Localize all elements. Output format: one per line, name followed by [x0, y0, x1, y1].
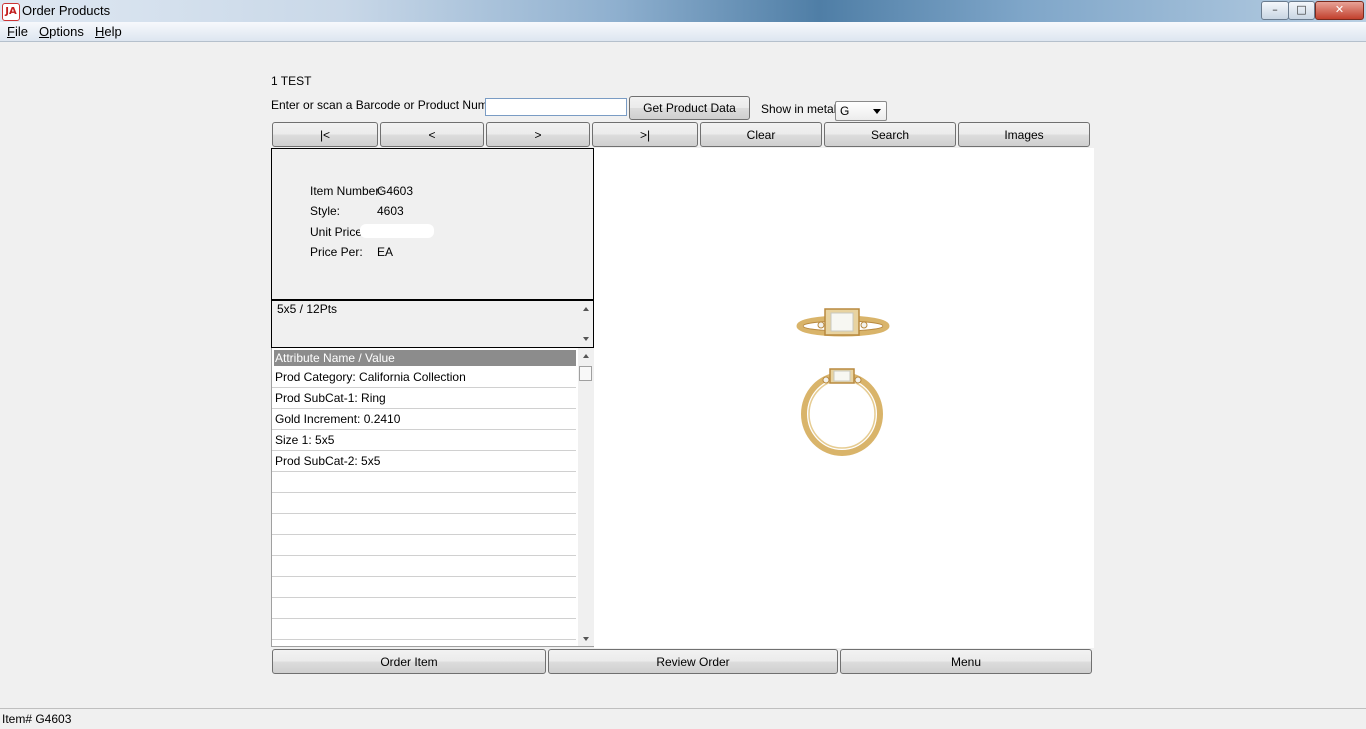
menu-help[interactable]: Help	[95, 24, 122, 39]
table-row[interactable]	[272, 494, 576, 514]
menu-file[interactable]: File	[7, 24, 28, 39]
app-logo-icon: JA	[2, 3, 20, 21]
scroll-thumb[interactable]	[579, 366, 592, 381]
ring-side-view	[796, 308, 890, 337]
barcode-input[interactable]	[485, 98, 627, 116]
description-box[interactable]: 5x5 / 12Pts	[271, 300, 594, 348]
table-row[interactable]	[272, 599, 576, 619]
scroll-down-icon[interactable]	[583, 337, 589, 341]
price-per-label: Price Per:	[310, 245, 363, 259]
menu-options-mnemonic: O	[39, 24, 50, 39]
clear-button[interactable]: Clear	[700, 122, 822, 147]
price-per-value: EA	[377, 245, 394, 259]
table-row[interactable]	[272, 578, 576, 598]
ring-image	[796, 308, 890, 456]
table-row[interactable]: Size 1: 5x5	[272, 431, 576, 451]
maximize-icon[interactable]: □	[1288, 1, 1315, 20]
review-order-button[interactable]: Review Order	[548, 649, 838, 674]
scroll-down-icon[interactable]	[583, 637, 589, 641]
menu-file-mnemonic: F	[7, 24, 15, 39]
title-bar[interactable]: JA Order Products – □ ✕	[0, 0, 1366, 23]
menu-help-label: elp	[104, 24, 122, 39]
menu-file-label: ile	[14, 24, 28, 39]
item-number-value: G4603	[377, 184, 414, 198]
table-row[interactable]	[272, 536, 576, 556]
close-icon[interactable]: ✕	[1315, 1, 1364, 20]
first-record-button[interactable]: |<	[272, 122, 378, 147]
unit-price-label: Unit Price:	[310, 225, 366, 239]
style-label: Style:	[310, 204, 341, 218]
barcode-label: Enter or scan a Barcode or Product Numbe…	[271, 98, 509, 112]
metal-label: Show in metal:	[761, 102, 840, 116]
menu-options-label: ptions	[49, 24, 84, 39]
customer-name: 1 TEST	[271, 74, 312, 88]
product-info-panel: Item Number: G4603 Style: 4603 Unit Pric…	[271, 148, 594, 300]
search-button[interactable]: Search	[824, 122, 956, 147]
table-row[interactable]: Prod SubCat-2: 5x5	[272, 452, 576, 472]
status-bar: Item# G4603	[0, 708, 1366, 729]
ring-front-view	[801, 368, 883, 456]
table-row[interactable]	[272, 620, 576, 640]
get-product-data-button[interactable]: Get Product Data	[629, 96, 750, 120]
next-record-button[interactable]: >	[486, 122, 590, 147]
table-row[interactable]: Gold Increment: 0.2410	[272, 410, 576, 430]
description-scrollbar[interactable]	[578, 301, 593, 347]
previous-record-button[interactable]: <	[380, 122, 484, 147]
last-record-button[interactable]: >|	[592, 122, 698, 147]
menu-options[interactable]: Options	[39, 24, 84, 39]
minimize-icon[interactable]: –	[1261, 1, 1289, 20]
order-item-button[interactable]: Order Item	[272, 649, 546, 674]
scroll-up-icon[interactable]	[583, 354, 589, 358]
product-image-area	[594, 148, 1094, 648]
menu-button[interactable]: Menu	[840, 649, 1092, 674]
table-row[interactable]	[272, 557, 576, 577]
menu-help-mnemonic: H	[95, 24, 105, 39]
table-row[interactable]: Prod Category: California Collection	[272, 368, 576, 388]
attribute-scrollbar[interactable]	[578, 348, 594, 646]
attribute-grid[interactable]: Attribute Name / Value Prod Category: Ca…	[271, 348, 594, 647]
unit-price-value	[360, 224, 434, 238]
window-title: Order Products	[22, 3, 111, 18]
metal-select[interactable]: G	[835, 101, 887, 121]
table-row[interactable]	[272, 473, 576, 493]
chevron-down-icon	[873, 109, 881, 114]
status-text: Item# G4603	[2, 712, 72, 726]
table-row[interactable]	[272, 515, 576, 535]
metal-select-value: G	[840, 104, 850, 118]
table-row[interactable]: Prod SubCat-1: Ring	[272, 389, 576, 409]
menu-bar: File Options Help	[0, 22, 1366, 42]
images-button[interactable]: Images	[958, 122, 1090, 147]
scroll-up-icon[interactable]	[583, 307, 589, 311]
attribute-grid-header: Attribute Name / Value	[274, 350, 576, 366]
item-number-label: Item Number:	[310, 184, 383, 198]
style-value: 4603	[377, 204, 404, 218]
description-text: 5x5 / 12Pts	[277, 302, 338, 316]
